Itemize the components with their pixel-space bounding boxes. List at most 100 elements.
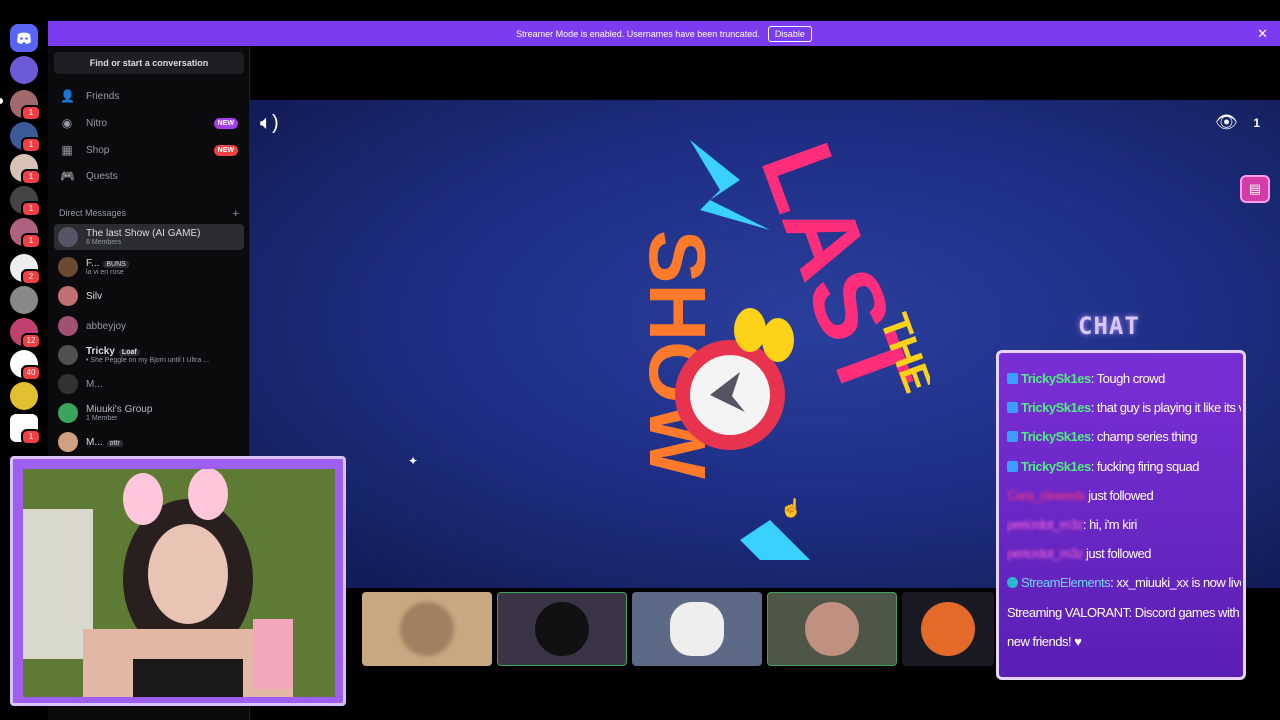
nav-nitro[interactable]: ◉ Nitro NEW xyxy=(54,111,244,135)
avatar xyxy=(58,227,78,247)
dm-item[interactable]: M... xyxy=(54,371,244,397)
dm-tag: ottr xyxy=(106,439,123,447)
dm-item[interactable]: Miuuki's Group 1 Member xyxy=(54,400,244,426)
avatar xyxy=(58,374,78,394)
avatar xyxy=(58,257,78,277)
dm-name: M... xyxy=(86,378,103,390)
chat-line: TrickySk1es: champ series thing xyxy=(1007,422,1241,451)
streamer-mode-banner: Streamer Mode is enabled. Usernames have… xyxy=(48,21,1280,46)
dm-subtext: la vi en rose xyxy=(86,269,124,276)
avatar xyxy=(535,602,589,656)
avatar xyxy=(58,432,78,452)
server-icon[interactable] xyxy=(10,382,38,410)
chat-line: pericrdot_m3z: hi, i'm kiri xyxy=(1007,517,1137,533)
dm-item[interactable]: M... ottr xyxy=(54,429,244,455)
close-icon[interactable]: ✕ xyxy=(1257,26,1268,42)
dm-header: Direct Messages + xyxy=(59,208,239,220)
server-icon[interactable]: 2 xyxy=(10,254,41,285)
viewer-count: 1 xyxy=(1253,116,1260,130)
dm-item[interactable]: abbeyjoy xyxy=(54,313,244,339)
server-icon[interactable]: 12 xyxy=(10,318,41,349)
unread-badge: 1 xyxy=(21,169,41,185)
participant-tile[interactable] xyxy=(767,592,897,666)
unread-badge: 1 xyxy=(21,429,41,445)
server-icon[interactable]: 1 xyxy=(10,154,41,185)
search-input[interactable]: Find or start a conversation xyxy=(54,52,244,74)
avatar xyxy=(400,602,454,656)
participant-tile[interactable] xyxy=(632,592,762,666)
quests-icon: 🎮 xyxy=(60,169,75,183)
server-icon[interactable] xyxy=(10,56,38,84)
server-icon[interactable]: 1 xyxy=(10,122,41,153)
friends-icon: 👤 xyxy=(60,89,75,103)
dm-name: Tricky xyxy=(86,346,115,357)
avatar xyxy=(670,602,724,656)
dm-name: F... xyxy=(86,258,100,269)
dm-item[interactable]: Tricky Loaf • She Peggle on my Bjorn until… xyxy=(54,342,244,368)
dm-item[interactable]: Silv xyxy=(54,283,244,309)
unread-badge: 40 xyxy=(21,365,41,381)
server-icon[interactable]: 40 xyxy=(10,350,41,381)
unread-badge: 1 xyxy=(21,201,41,217)
game-logo: SHOW LAST THE xyxy=(633,140,930,560)
dm-name: Silv xyxy=(86,290,103,302)
unread-badge: 1 xyxy=(21,137,41,153)
nitro-icon: ◉ xyxy=(61,116,73,130)
unread-badge: 12 xyxy=(21,333,41,349)
store-icon[interactable]: ▤ xyxy=(1240,175,1270,203)
volume-icon[interactable]: 🔈︎) xyxy=(260,112,279,135)
server-icon[interactable] xyxy=(10,286,38,314)
nav-label: Friends xyxy=(86,90,120,102)
nav-quests[interactable]: 🎮 Quests xyxy=(54,164,244,188)
banner-message: Streamer Mode is enabled. Usernames have… xyxy=(516,28,760,39)
nav-friends[interactable]: 👤 Friends xyxy=(54,84,244,108)
chat-line: pericrdot_m3z just followed xyxy=(1007,546,1152,562)
unread-badge: 2 xyxy=(21,269,41,285)
participant-tile[interactable] xyxy=(902,592,994,666)
nav-label: Nitro xyxy=(86,117,108,129)
nav-shop[interactable]: ▦ Shop NEW xyxy=(54,138,244,162)
nav-label: Quests xyxy=(86,170,118,182)
participant-tile[interactable] xyxy=(362,592,492,666)
avatar xyxy=(921,602,975,656)
new-badge: NEW xyxy=(213,144,238,156)
server-icon[interactable]: 1 xyxy=(10,414,41,445)
shop-icon: ▦ xyxy=(61,143,73,157)
chat-title: CHAT xyxy=(1078,312,1140,340)
participant-tile[interactable] xyxy=(497,592,627,666)
avatar xyxy=(58,345,78,365)
chat-line: TrickySk1es: that guy is playing it like… xyxy=(1007,393,1241,422)
dm-tag: BUNS xyxy=(103,261,129,268)
server-icon[interactable]: 1 xyxy=(10,90,41,121)
server-icon[interactable]: 1 xyxy=(10,186,41,217)
dm-item[interactable]: F... BUNS la vi en rose xyxy=(54,254,244,280)
webcam-overlay xyxy=(10,456,346,706)
server-icon[interactable]: 1 xyxy=(10,218,41,249)
unread-badge: 1 xyxy=(21,233,41,249)
avatar xyxy=(58,316,78,336)
hand-cursor-icon: ☝ xyxy=(780,498,803,518)
dm-subtext: • She Peggle on my Bjorn until I Ultra .… xyxy=(86,357,210,364)
sparkle-icon: ✦ xyxy=(408,454,419,468)
webcam-feed xyxy=(23,469,335,697)
dm-header-label: Direct Messages xyxy=(59,208,127,218)
chat-line: Cara_clearedx just followed xyxy=(1007,487,1154,503)
chat-line: Streaming VALORANT: Discord games with xyxy=(1007,604,1240,620)
eye-icon: 👁︎ xyxy=(1215,112,1238,132)
nav-label: Shop xyxy=(86,144,110,156)
disable-button[interactable]: Disable xyxy=(767,25,812,42)
chat-line: TrickySk1es: Tough crowd xyxy=(1007,364,1241,393)
dm-item[interactable]: The last Show (AI GAME) 6 Members xyxy=(54,224,244,250)
dm-name: The last Show (AI GAME) xyxy=(86,228,201,239)
dm-name: abbeyjoy xyxy=(86,320,127,332)
avatar xyxy=(58,403,78,423)
chat-line: StreamElements: xx_miuuki_xx is now live… xyxy=(1007,568,1241,597)
chat-messages: TrickySk1es: Tough crowd TrickySk1es: th… xyxy=(1007,364,1241,656)
plus-icon[interactable]: + xyxy=(233,208,239,220)
chat-line: new friends! ♥ xyxy=(1007,633,1082,649)
dm-subtext: 1 Member xyxy=(86,415,118,422)
dm-subtext: 6 Members xyxy=(86,239,122,246)
new-badge: NEW xyxy=(213,117,238,129)
discord-home-button[interactable] xyxy=(10,24,38,52)
dm-tag: Loaf xyxy=(118,349,140,356)
